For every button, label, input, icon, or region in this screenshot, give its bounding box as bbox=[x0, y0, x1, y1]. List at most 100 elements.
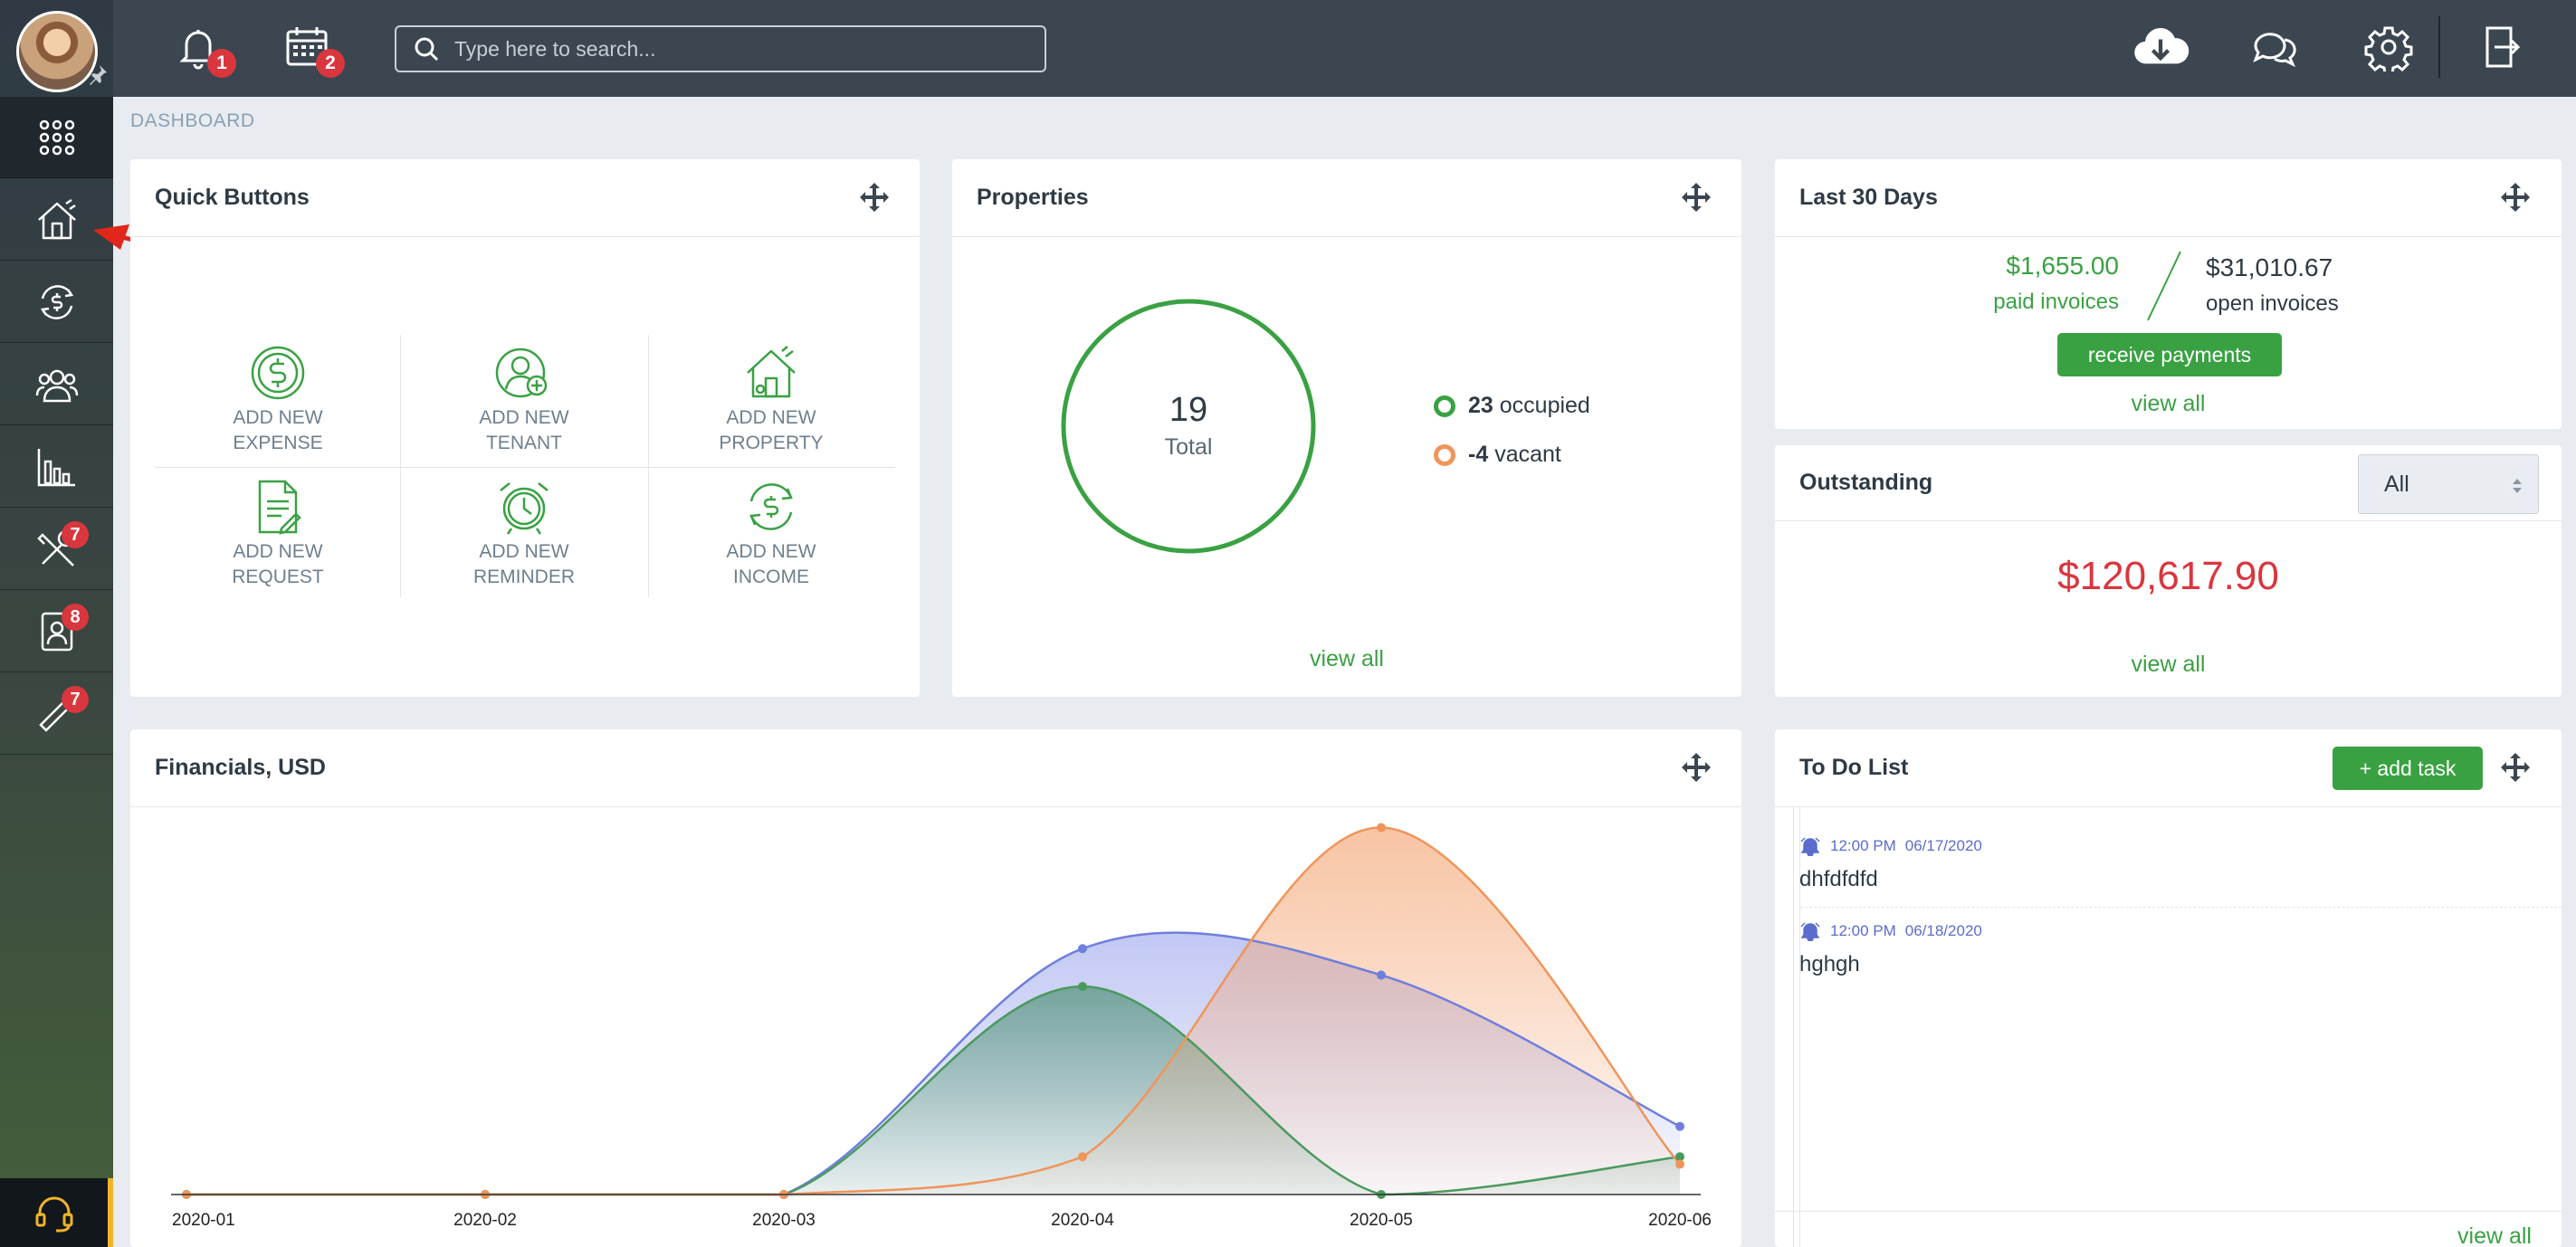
qb-label-line2: REQUEST bbox=[232, 566, 324, 587]
add-request-button[interactable]: ADD NEW REQUEST bbox=[155, 478, 401, 610]
notifications-badge: 1 bbox=[207, 49, 236, 78]
outstanding-amount: $120,617.90 bbox=[2057, 554, 2279, 598]
settings-button[interactable] bbox=[2361, 20, 2416, 74]
logout-icon bbox=[2485, 26, 2521, 68]
logout-button[interactable] bbox=[2472, 20, 2526, 74]
occupied-legend: 23 occupied bbox=[1434, 393, 1590, 419]
users-icon bbox=[35, 369, 78, 402]
house-icon bbox=[37, 198, 76, 239]
data-point[interactable] bbox=[1078, 982, 1087, 992]
data-point[interactable] bbox=[1377, 970, 1386, 980]
x-tick-label: 2020-03 bbox=[752, 1211, 816, 1230]
headset-icon bbox=[35, 1196, 72, 1233]
x-tick-label: 2020-05 bbox=[1350, 1211, 1413, 1230]
support-button[interactable] bbox=[0, 1178, 113, 1247]
qb-label-line2: INCOME bbox=[732, 566, 809, 587]
total-value: 19 bbox=[1169, 391, 1208, 429]
vacant-legend: -4 vacant bbox=[1434, 442, 1561, 468]
quick-buttons-panel: Quick Buttons ADD NEW EXPENSE ADD NEW TENA… bbox=[130, 159, 920, 697]
notifications-button[interactable]: 1 bbox=[171, 20, 236, 78]
todo-item[interactable]: 12:00 PM 06/18/2020 hghgh bbox=[1799, 921, 2562, 977]
receive-payments-button[interactable]: receive payments bbox=[2057, 333, 2282, 376]
search-box[interactable] bbox=[395, 25, 1046, 72]
add-reminder-button[interactable]: ADD NEW REMINDER bbox=[401, 478, 647, 610]
todo-text: hghgh bbox=[1799, 952, 1860, 976]
money-cycle-icon bbox=[749, 483, 793, 530]
outstanding-filter-select[interactable]: All bbox=[2358, 454, 2539, 514]
document-icon bbox=[258, 480, 301, 535]
todo-footer-line bbox=[1775, 1211, 2562, 1212]
filter-value: All bbox=[2384, 471, 2409, 497]
panel-title: Outstanding bbox=[1799, 470, 1933, 495]
alarm-clock-icon bbox=[500, 482, 549, 535]
todo-timeline-line bbox=[1793, 807, 1794, 1247]
add-income-button[interactable]: ADD NEW INCOME bbox=[648, 478, 894, 610]
alarm-icon bbox=[1800, 837, 1820, 856]
divider-slash bbox=[2147, 251, 2181, 321]
qb-label-line1: ADD NEW bbox=[479, 407, 569, 428]
messages-button[interactable] bbox=[2247, 20, 2302, 74]
qb-label-line2: PROPERTY bbox=[719, 433, 824, 453]
move-icon[interactable] bbox=[858, 181, 891, 214]
contacts-badge: 8 bbox=[62, 604, 89, 631]
search-icon bbox=[415, 37, 439, 62]
todo-view-all-link[interactable]: view all bbox=[2457, 1223, 2532, 1247]
data-point[interactable] bbox=[1078, 944, 1087, 954]
occupied-label: occupied bbox=[1499, 393, 1590, 418]
vacant-dot bbox=[1434, 443, 1455, 466]
download-button[interactable] bbox=[2126, 20, 2195, 74]
data-point[interactable] bbox=[1675, 1159, 1684, 1169]
move-icon[interactable] bbox=[2499, 751, 2532, 784]
last30-view-all-link[interactable]: view all bbox=[1775, 391, 2562, 417]
financials-panel: Financials, USD 2020-01 2020-02 2020-03 202… bbox=[130, 729, 1741, 1247]
grid-icon bbox=[39, 119, 74, 155]
calendar-badge: 2 bbox=[316, 49, 345, 78]
todo-panel: To Do List + add task view all bbox=[1775, 729, 2562, 1247]
add-expense-button[interactable]: ADD NEW EXPENSE bbox=[155, 344, 401, 476]
pin-icon[interactable] bbox=[87, 63, 109, 85]
outstanding-view-all-link[interactable]: view all bbox=[1775, 652, 2562, 678]
sidebar-item-people[interactable] bbox=[0, 344, 113, 425]
paid-amount: $1,655.00 bbox=[2006, 252, 2119, 280]
sidebar-item-apps[interactable] bbox=[0, 97, 113, 178]
todo-date: 06/17/2020 bbox=[1904, 837, 1982, 854]
financials-chart: 2020-01 2020-02 2020-03 2020-04 2020-05 2020-… bbox=[171, 823, 1712, 1230]
sidebar-item-maintenance[interactable]: 7 bbox=[0, 509, 113, 590]
add-user-icon bbox=[495, 347, 548, 398]
open-amount: $31,010.67 bbox=[2206, 253, 2333, 281]
calendar-button[interactable]: 2 bbox=[280, 20, 345, 78]
sidebar-item-contacts[interactable]: 8 bbox=[0, 591, 113, 672]
sidebar-item-marketing[interactable]: 7 bbox=[0, 673, 113, 755]
sidebar-item-reports[interactable] bbox=[0, 426, 113, 508]
user-avatar[interactable] bbox=[16, 11, 98, 92]
gear-icon bbox=[2364, 26, 2413, 71]
move-icon[interactable] bbox=[1680, 181, 1713, 214]
panel-title: To Do List bbox=[1799, 755, 1909, 780]
add-property-button[interactable]: ADD NEW PROPERTY bbox=[648, 344, 894, 476]
topbar-divider bbox=[2438, 16, 2440, 78]
add-tenant-button[interactable]: ADD NEW TENANT bbox=[401, 344, 647, 476]
x-tick-label: 2020-02 bbox=[453, 1211, 517, 1230]
vacant-label: vacant bbox=[1494, 442, 1561, 467]
data-point[interactable] bbox=[1675, 1121, 1684, 1131]
top-bar: 1 2 bbox=[113, 0, 2576, 97]
bar-chart-icon bbox=[37, 448, 75, 486]
qb-label-line1: ADD NEW bbox=[726, 407, 816, 428]
open-label: open invoices bbox=[2206, 291, 2339, 316]
todo-item[interactable]: 12:00 PM 06/17/2020 dhfdfdfd bbox=[1799, 836, 2562, 892]
search-input[interactable] bbox=[454, 36, 1034, 62]
todo-separator bbox=[1800, 907, 2562, 908]
move-icon[interactable] bbox=[2499, 181, 2532, 214]
data-point[interactable] bbox=[1377, 823, 1386, 833]
todo-time: 12:00 PM bbox=[1830, 837, 1896, 854]
move-icon[interactable] bbox=[1680, 751, 1713, 784]
house-icon bbox=[747, 346, 796, 398]
add-task-button[interactable]: + add task bbox=[2333, 747, 2483, 790]
properties-view-all-link[interactable]: view all bbox=[952, 646, 1741, 672]
data-point[interactable] bbox=[1078, 1152, 1087, 1162]
alarm-icon bbox=[1800, 922, 1820, 941]
marketing-badge: 7 bbox=[62, 686, 89, 713]
qb-label-line2: TENANT bbox=[485, 433, 562, 453]
occupied-dot bbox=[1434, 395, 1455, 417]
x-tick-label: 2020-06 bbox=[1648, 1211, 1712, 1230]
